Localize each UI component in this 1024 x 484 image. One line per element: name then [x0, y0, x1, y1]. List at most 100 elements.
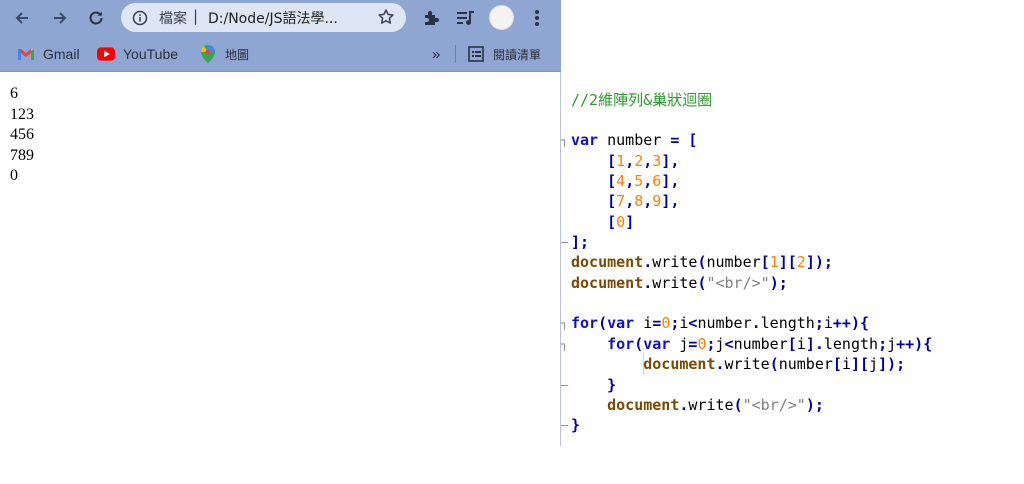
chevron-double-right-icon: »: [432, 45, 441, 63]
code-token: (: [634, 335, 644, 353]
code-token: );: [769, 274, 788, 292]
code-line[interactable]: document.write("<br/>");: [571, 273, 788, 293]
code-token: document: [571, 274, 644, 292]
code-token: }: [571, 416, 581, 434]
output-line: 6: [10, 85, 18, 102]
code-line[interactable]: [4,5,6],: [571, 171, 679, 191]
code-token: ,: [643, 172, 653, 190]
code-line[interactable]: }: [571, 375, 616, 395]
code-token: ,: [625, 152, 635, 170]
code-token: .: [715, 355, 725, 373]
code-token: 1: [616, 152, 626, 170]
code-token: ].: [805, 335, 824, 353]
code-line[interactable]: [1,2,3],: [571, 151, 679, 171]
code-token: 1: [769, 253, 779, 271]
back-button[interactable]: [11, 7, 33, 29]
omnibox-separator: |: [193, 7, 199, 25]
code-line[interactable]: for(var j=0;j<number[i].length;j++){: [571, 334, 932, 354]
bookmark-maps[interactable]: 地圖: [199, 44, 249, 64]
code-token: 2: [796, 253, 806, 271]
code-token: for: [571, 314, 599, 332]
code-token: ]: [625, 213, 635, 231]
code-token: i: [796, 335, 806, 353]
address-bar[interactable]: 檔案 | D:/Node/JS語法學...: [121, 3, 406, 32]
code-token: (: [598, 314, 608, 332]
code-token: [: [688, 131, 698, 149]
page-output: 6 123 456 789 0: [10, 84, 34, 187]
code-line[interactable]: document.write(number[1][2]);: [571, 252, 833, 272]
code-token: number: [697, 314, 752, 332]
code-token: //2維陣列&巢狀迴圈: [571, 91, 713, 109]
code-token: [: [832, 355, 842, 373]
code-token: var: [607, 314, 635, 332]
code-token: number: [598, 131, 671, 149]
code-token: ],: [661, 172, 680, 190]
code-token: 7: [616, 192, 626, 210]
code-token: ]);: [878, 355, 906, 373]
media-queue-icon[interactable]: [455, 7, 477, 29]
bookmarks-overflow-button[interactable]: »: [432, 44, 440, 64]
code-token: ,: [625, 192, 635, 210]
code-token: ;: [878, 335, 888, 353]
code-token: ++){: [832, 314, 870, 332]
info-icon[interactable]: [131, 9, 148, 26]
output-line: 456: [10, 126, 34, 143]
bookmark-label: 地圖: [225, 47, 250, 62]
code-token: write: [652, 274, 698, 292]
code-line[interactable]: document.write("<br/>");: [571, 395, 824, 415]
code-line[interactable]: document.write(number[i][j]);: [571, 354, 905, 374]
code-token: }: [607, 376, 617, 394]
code-token: (: [769, 355, 779, 373]
code-token: [: [607, 192, 617, 210]
code-token: 4: [616, 172, 626, 190]
code-token: number: [706, 253, 761, 271]
code-token: 2: [634, 152, 644, 170]
code-token: ];: [571, 233, 590, 251]
code-token: 3: [652, 152, 662, 170]
code-line[interactable]: [0]: [571, 212, 634, 232]
code-token: j: [887, 335, 897, 353]
profile-avatar[interactable]: [489, 5, 514, 30]
output-line: 0: [10, 167, 18, 184]
code-token: ,: [625, 172, 635, 190]
arrow-right-icon: [54, 12, 67, 24]
kebab-menu-icon[interactable]: [526, 7, 548, 29]
code-line[interactable]: ];: [571, 232, 589, 252]
code-token: length: [760, 314, 815, 332]
forward-button[interactable]: [49, 7, 71, 29]
fold-marker-end: –: [561, 235, 569, 249]
code-token: j: [715, 335, 725, 353]
code-token: ;: [706, 335, 716, 353]
bookmark-gmail[interactable]: Gmail: [17, 44, 80, 64]
url-text[interactable]: D:/Node/JS語法學...: [208, 8, 368, 28]
bookmark-youtube[interactable]: YouTube: [97, 44, 178, 64]
code-line[interactable]: }: [571, 415, 580, 435]
code-line[interactable]: for(var i=0;i<number.length;i++){: [571, 313, 869, 333]
code-line[interactable]: //2維陣列&巢狀迴圈: [571, 90, 712, 110]
code-token: ++){: [896, 335, 933, 353]
reading-list-button[interactable]: 閱讀清單: [467, 44, 541, 64]
code-token: 8: [634, 192, 644, 210]
arrow-left-icon: [15, 12, 28, 24]
fold-marker-end: –: [561, 378, 569, 392]
fold-marker-open[interactable]: ┐: [561, 334, 569, 354]
fold-marker-open[interactable]: ┐: [561, 130, 569, 150]
reading-list-icon: [467, 45, 485, 63]
code-token: 6: [652, 172, 662, 190]
extensions-puzzle-icon[interactable]: [420, 7, 442, 29]
reload-button[interactable]: [85, 7, 107, 29]
code-token: [: [760, 253, 770, 271]
bookmark-star-icon[interactable]: [376, 7, 396, 27]
fold-marker-open[interactable]: ┐: [561, 313, 569, 333]
code-token: ],: [661, 192, 680, 210]
code-token: ][: [850, 355, 870, 373]
code-token: for: [607, 335, 635, 353]
code-token: ;: [814, 314, 824, 332]
code-line[interactable]: [7,8,9],: [571, 191, 679, 211]
code-line[interactable]: var number = [: [571, 130, 697, 150]
